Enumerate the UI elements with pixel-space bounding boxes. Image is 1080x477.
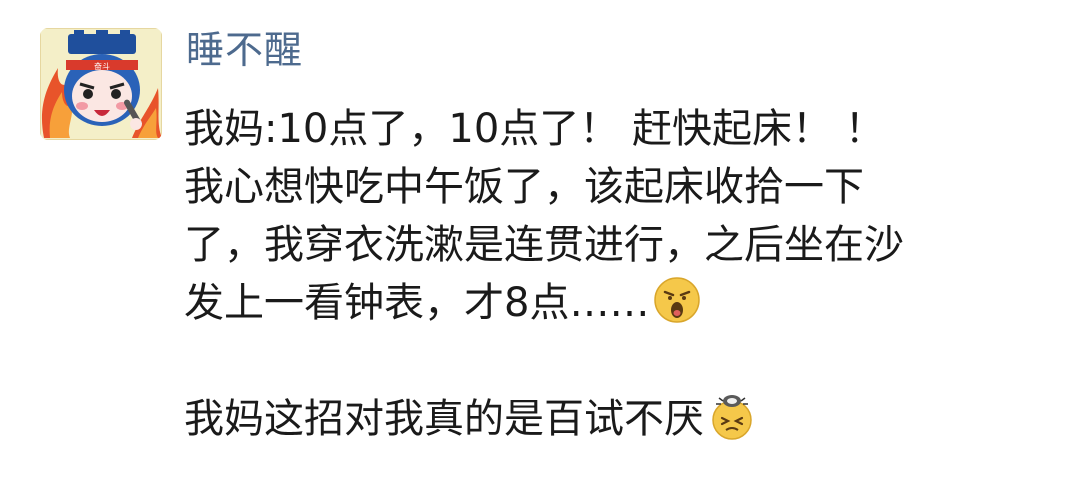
post-text-line-with-emoji: 发上一看钟表，才8点…… [184, 274, 1044, 332]
post-text-line: 我心想快吃中午饭了，该起床收拾一下 [184, 164, 864, 210]
shocked-face-emoji-icon [653, 276, 701, 324]
cartoon-mascot-avatar-icon: 奋斗 [40, 28, 162, 140]
post-text: 发上一看钟表，才8点…… [184, 280, 650, 326]
dizzy-face-emoji-icon [708, 392, 756, 440]
svg-text:奋斗: 奋斗 [94, 61, 110, 71]
post-text: 我妈这招对我真的是百试不厌 [184, 396, 704, 442]
post-text-line: 了，我穿衣洗漱是连贯进行，之后坐在沙 [184, 222, 904, 268]
avatar[interactable]: 奋斗 [40, 28, 162, 140]
post-text-line-with-emoji: 我妈这招对我真的是百试不厌 [184, 390, 1044, 448]
post-content: 我妈:10点了，10点了！ 赶快起床！ ！ 我心想快吃中午饭了，该起床收拾一下 … [184, 100, 1044, 448]
post-author-name[interactable]: 睡不醒 [186, 26, 303, 74]
post-blank-line [184, 332, 1044, 390]
post-text-line: 我妈:10点了，10点了！ 赶快起床！ ！ [184, 106, 885, 152]
feed-post: 奋斗 睡不醒 我妈:10点了，10点了！ 赶快起床！ ！ 我心想快吃中午饭了，该… [0, 0, 1080, 477]
